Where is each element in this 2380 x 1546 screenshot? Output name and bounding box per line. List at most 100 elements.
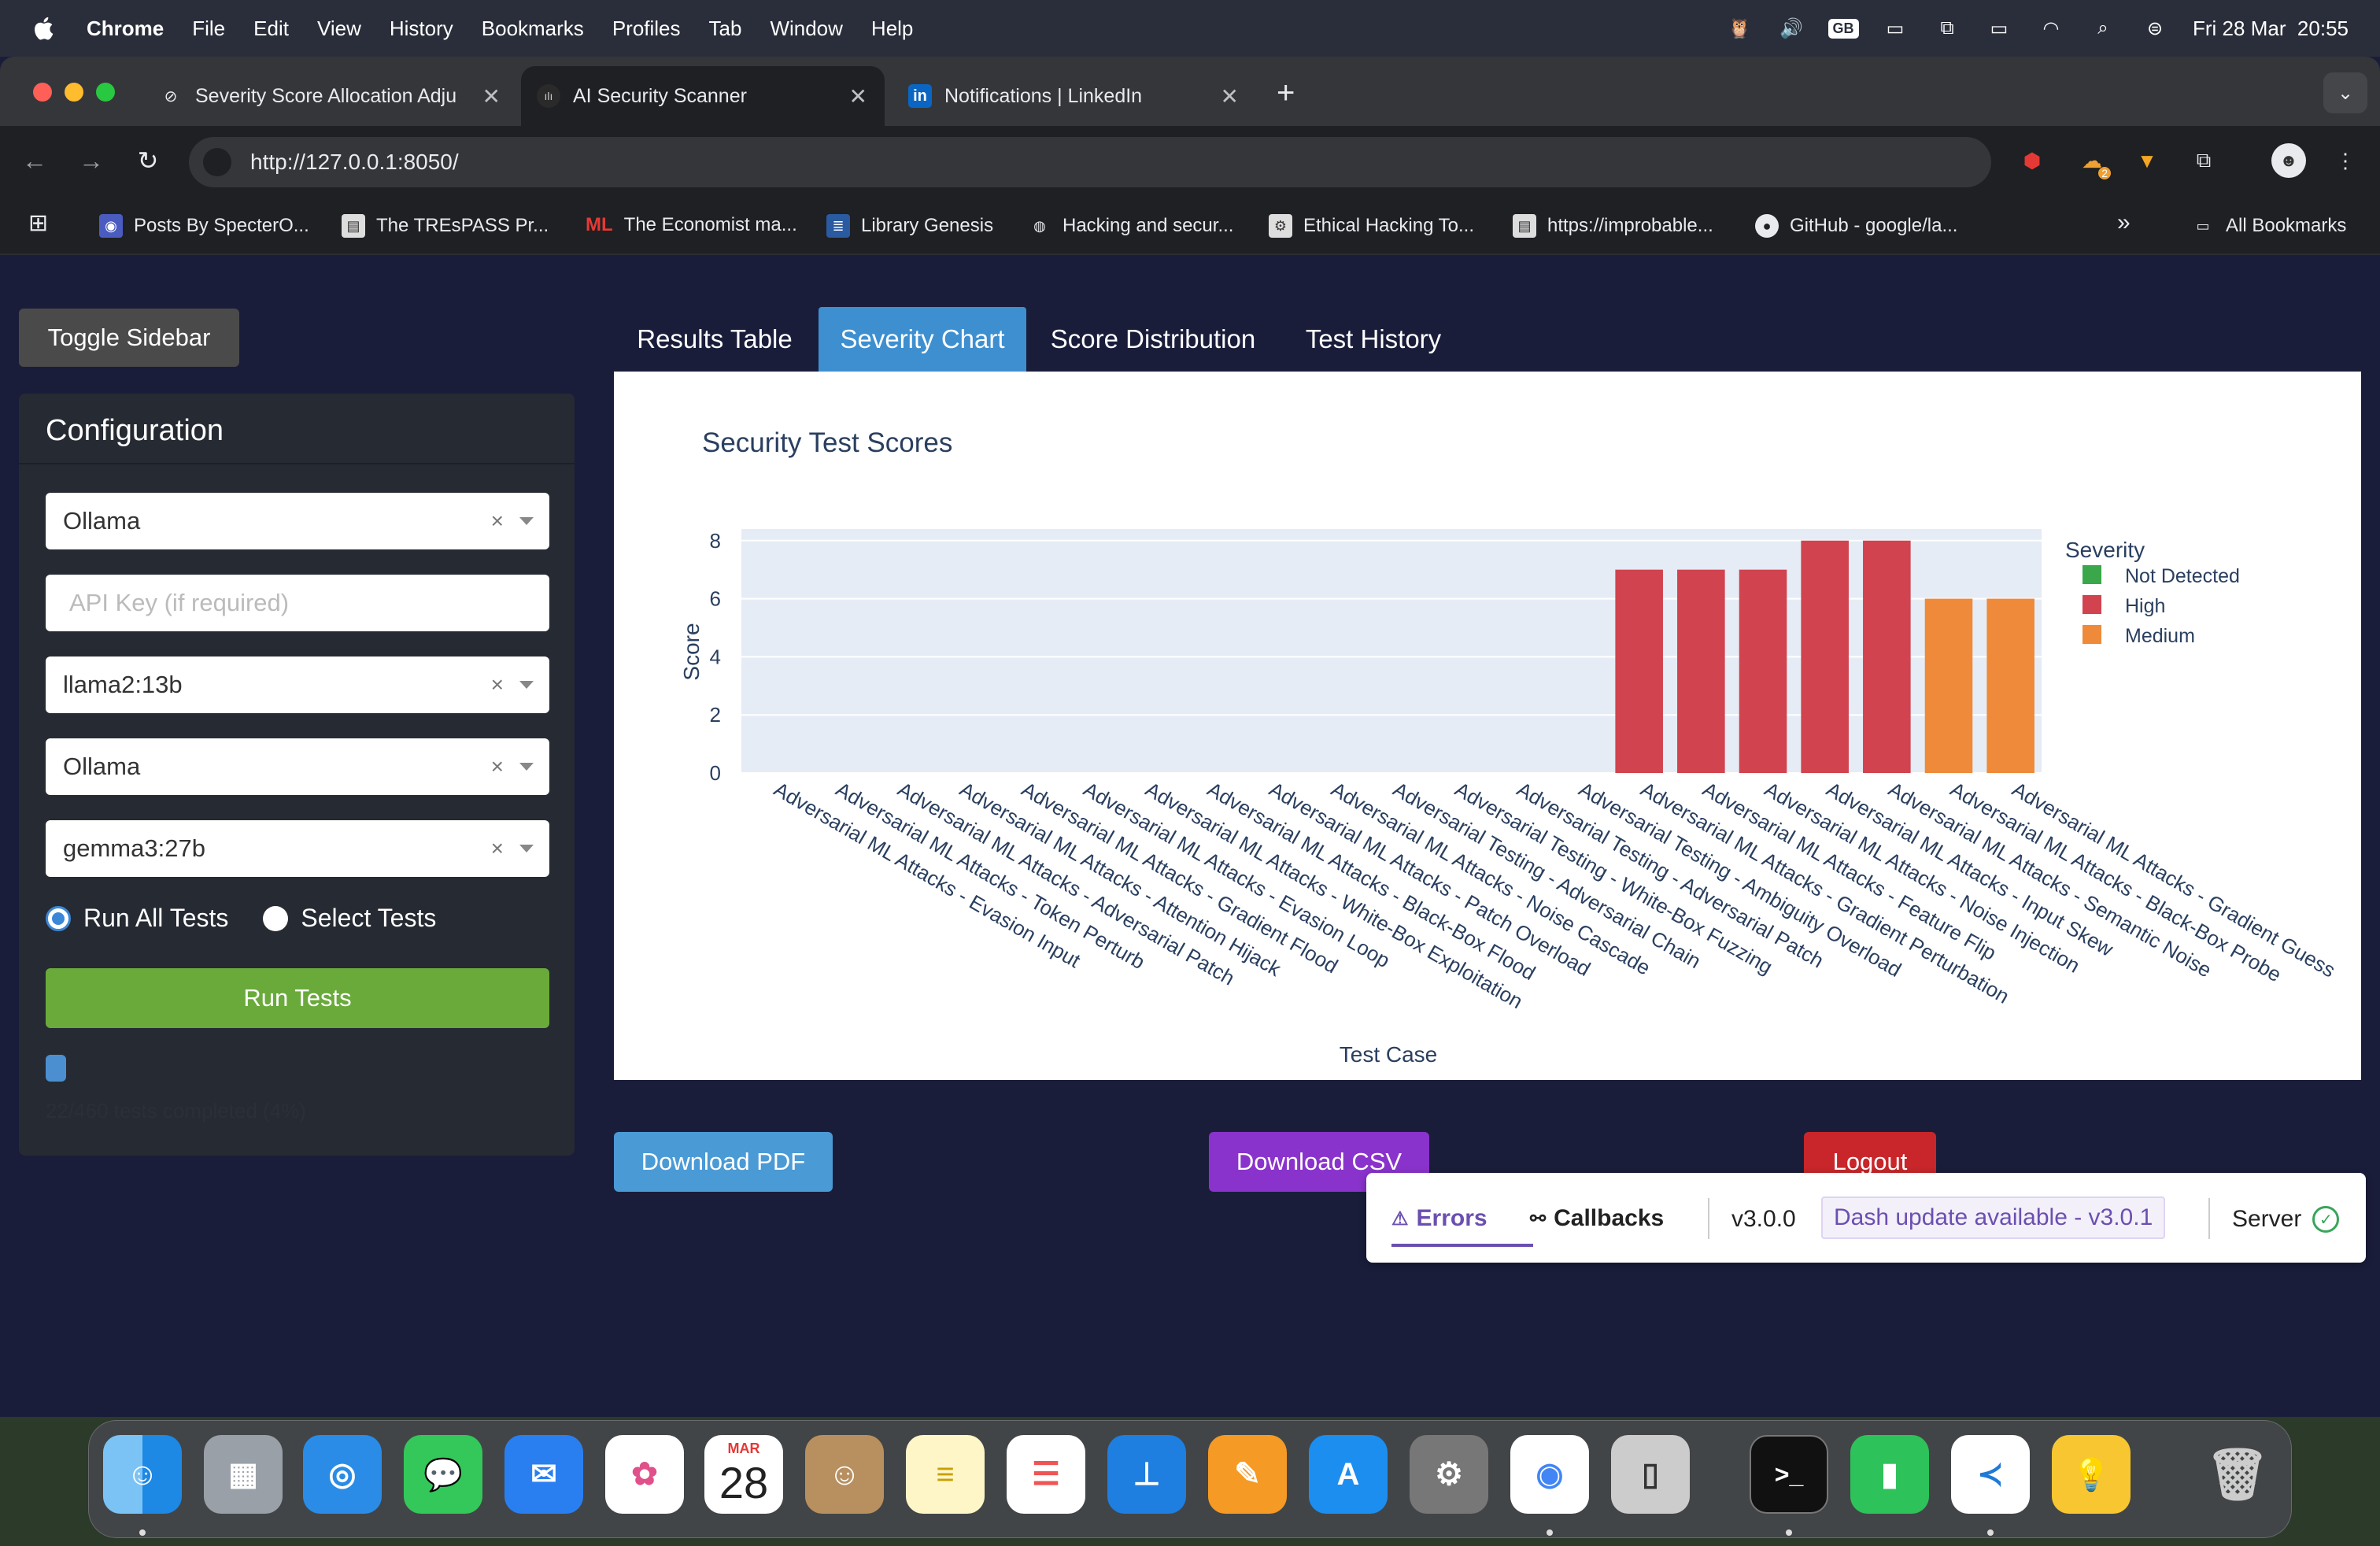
calendar-icon[interactable]: MAR 28 xyxy=(704,1435,783,1514)
download-pdf-button[interactable]: Download PDF xyxy=(614,1132,833,1192)
address-bar[interactable]: http://127.0.0.1:8050/ xyxy=(189,137,1991,187)
cloud-extension-icon[interactable]: ☁ 2 xyxy=(2075,143,2111,179)
chevron-down-icon[interactable] xyxy=(519,763,534,771)
clear-icon[interactable]: × xyxy=(491,672,504,697)
zoom-window-button[interactable] xyxy=(96,83,115,102)
run-all-tests-radio[interactable] xyxy=(46,905,71,931)
close-tab-icon[interactable]: ✕ xyxy=(482,83,501,109)
chart-bar[interactable] xyxy=(1677,569,1725,773)
mail-icon[interactable]: ✉ xyxy=(504,1435,583,1514)
control-center-icon[interactable]: ⊜ xyxy=(2141,17,2169,40)
legend-swatch[interactable] xyxy=(2082,565,2101,584)
run-tests-button[interactable]: Run Tests xyxy=(46,968,549,1028)
menu-bookmarks[interactable]: Bookmarks xyxy=(482,17,584,41)
notes-icon[interactable]: ≡ xyxy=(906,1435,985,1514)
legend-label[interactable]: Not Detected xyxy=(2125,565,2240,587)
reminders-icon[interactable]: ☰ xyxy=(1007,1435,1085,1514)
legend-swatch[interactable] xyxy=(2082,595,2101,614)
numbers-icon[interactable]: ▮ xyxy=(1850,1435,1929,1514)
chevron-down-icon[interactable] xyxy=(519,845,534,853)
system-settings-icon[interactable]: ⚙ xyxy=(1410,1435,1488,1514)
menu-history[interactable]: History xyxy=(390,17,453,41)
provider-select-2[interactable]: Ollama × xyxy=(46,738,549,795)
clear-icon[interactable]: × xyxy=(491,754,504,779)
tab-test-history[interactable]: Test History xyxy=(1284,307,1462,372)
model-select-2[interactable]: gemma3:27b × xyxy=(46,820,549,877)
legend-label[interactable]: Medium xyxy=(2125,625,2195,647)
run-all-tests-label[interactable]: Run All Tests xyxy=(83,904,228,933)
bookmark-item[interactable]: ▤ The TREsPASS Pr... xyxy=(342,214,549,238)
reload-button[interactable]: ↻ xyxy=(131,143,165,178)
dash-errors-tab[interactable]: ⚠ Errors xyxy=(1391,1195,1488,1242)
owl-icon[interactable]: 🦉 xyxy=(1725,17,1754,40)
volume-icon[interactable]: 🔊 xyxy=(1777,17,1805,40)
chevron-down-icon[interactable] xyxy=(519,681,534,689)
menu-tab[interactable]: Tab xyxy=(709,17,742,41)
chart-bar[interactable] xyxy=(1615,569,1663,773)
chart-bar[interactable] xyxy=(1924,598,1973,773)
dash-callbacks-tab[interactable]: ⚯ Callbacks xyxy=(1530,1195,1664,1242)
chart-bar[interactable] xyxy=(1863,540,1911,773)
display-icon[interactable]: ▭ xyxy=(1881,17,1909,40)
menu-help[interactable]: Help xyxy=(871,17,913,41)
messages-icon[interactable]: 💬 xyxy=(404,1435,482,1514)
forward-button[interactable]: → xyxy=(74,143,109,178)
chrome-icon[interactable]: ◉ xyxy=(1510,1435,1589,1514)
vscode-icon[interactable]: ≺ xyxy=(1951,1435,2030,1514)
minimize-window-button[interactable] xyxy=(65,83,83,102)
screen-mirroring-icon[interactable]: ⧉ xyxy=(1933,17,1961,40)
clear-icon[interactable]: × xyxy=(491,509,504,534)
select-tests-label[interactable]: Select Tests xyxy=(301,904,436,933)
keynote-icon[interactable]: ⊥ xyxy=(1107,1435,1186,1514)
chart-bar[interactable] xyxy=(1739,569,1787,773)
all-bookmarks-folder[interactable]: ▭ All Bookmarks xyxy=(2191,214,2346,238)
bookmark-item[interactable]: ◉ Posts By SpecterO... xyxy=(99,214,309,238)
legend-label[interactable]: High xyxy=(2125,595,2165,617)
bookmark-item[interactable]: ◍ Hacking and secur... xyxy=(1028,214,1233,238)
app-store-icon[interactable]: A xyxy=(1309,1435,1388,1514)
apps-grid-icon[interactable]: ⊞ xyxy=(28,209,48,237)
tab-results-table[interactable]: Results Table xyxy=(614,307,815,372)
menubar-datetime[interactable]: Fri 28 Mar 20:55 xyxy=(2193,17,2349,41)
url-text[interactable]: http://127.0.0.1:8050/ xyxy=(250,150,459,175)
new-tab-button[interactable]: + xyxy=(1277,76,1295,111)
select-tests-radio[interactable] xyxy=(263,905,289,931)
close-tab-icon[interactable]: ✕ xyxy=(849,83,867,109)
back-button[interactable]: ← xyxy=(17,143,52,178)
iphone-mirroring-icon[interactable]: ▯ xyxy=(1611,1435,1690,1514)
profile-avatar[interactable]: ☻ xyxy=(2271,143,2306,178)
photos-icon[interactable]: ✿ xyxy=(605,1435,684,1514)
close-window-button[interactable] xyxy=(33,83,52,102)
pages-icon[interactable]: ✎ xyxy=(1208,1435,1287,1514)
search-icon[interactable]: ⌕ xyxy=(2089,17,2117,40)
toggle-sidebar-button[interactable]: Toggle Sidebar xyxy=(19,309,239,367)
tab-severity-chart[interactable]: Severity Chart xyxy=(819,307,1026,372)
menu-app-name[interactable]: Chrome xyxy=(87,17,164,41)
chart-bar[interactable] xyxy=(1801,540,1849,773)
menu-view[interactable]: View xyxy=(317,17,361,41)
api-key-input[interactable] xyxy=(46,575,549,631)
site-info-icon[interactable] xyxy=(203,148,231,176)
launchpad-icon[interactable]: ▦ xyxy=(204,1435,283,1514)
provider-select-1[interactable]: Ollama × xyxy=(46,493,549,549)
menu-profiles[interactable]: Profiles xyxy=(612,17,681,41)
bookmark-item[interactable]: ⚙ Ethical Hacking To... xyxy=(1269,214,1474,238)
model-select-1[interactable]: llama2:13b × xyxy=(46,656,549,713)
browser-tab-severity-score[interactable]: ⊘ Severity Score Allocation Adju ✕ xyxy=(143,66,518,126)
contacts-icon[interactable]: ☺ xyxy=(805,1435,884,1514)
dash-server-status[interactable]: Server ✓ xyxy=(2232,1206,2340,1233)
more-bookmarks-chevron-icon[interactable]: » xyxy=(2117,209,2131,236)
bookmark-item[interactable]: ≣ Library Genesis xyxy=(826,214,993,238)
safari-icon[interactable]: ◎ xyxy=(303,1435,382,1514)
apple-icon[interactable] xyxy=(31,15,58,42)
more-menu-icon[interactable]: ⋮ xyxy=(2328,143,2363,178)
chevron-down-icon[interactable] xyxy=(519,517,534,525)
tips-icon[interactable]: 💡 xyxy=(2052,1435,2131,1514)
menu-edit[interactable]: Edit xyxy=(253,17,289,41)
browser-tab-ai-security-scanner[interactable]: ılı AI Security Scanner ✕ xyxy=(521,66,885,126)
browser-tab-linkedin[interactable]: in Notifications | LinkedIn ✕ xyxy=(893,66,1256,126)
ublock-extension-icon[interactable]: ⬢ xyxy=(2015,143,2049,178)
dash-update-badge[interactable]: Dash update available - v3.0.1 xyxy=(1821,1196,2166,1239)
bookmark-item[interactable]: ML The Economist ma... xyxy=(586,214,797,236)
legend-swatch[interactable] xyxy=(2082,625,2101,644)
